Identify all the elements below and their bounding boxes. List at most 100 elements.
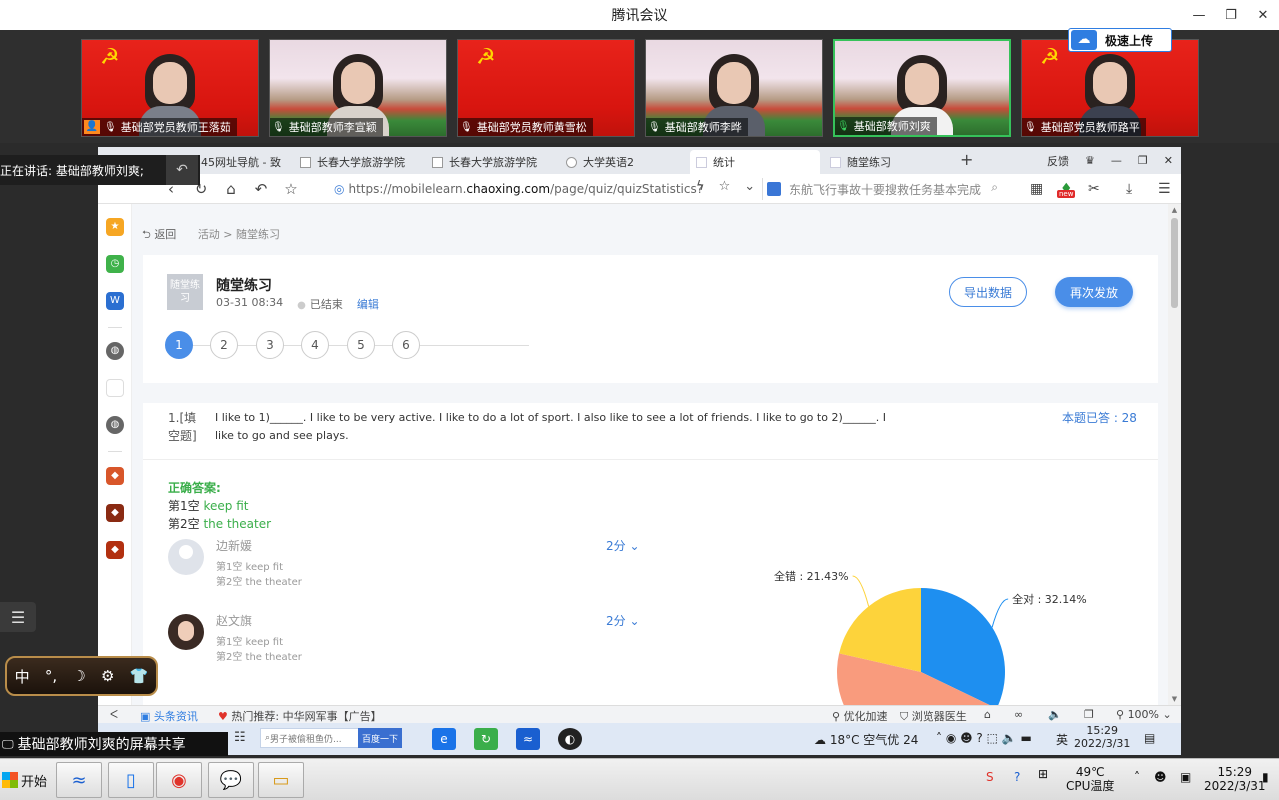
window-icon[interactable]: ❐ <box>1084 708 1094 721</box>
clock-icon[interactable]: ◷ <box>106 255 124 273</box>
download-icon[interactable]: ⤓ <box>1126 181 1132 197</box>
show-desktop-icon[interactable]: ▮ <box>1262 770 1269 784</box>
lightning-icon[interactable]: ϟ <box>696 179 705 194</box>
participant-tile-active[interactable]: 🎙 基础部教师刘爽 <box>833 39 1011 137</box>
member-list-icon[interactable]: ☰ <box>0 602 36 632</box>
collapse-icon[interactable]: ᐸ <box>110 708 118 721</box>
chrome-taskbar-icon[interactable]: ◉ <box>156 762 202 798</box>
notification-icon[interactable]: ▤ <box>1144 731 1155 745</box>
wechat-taskbar-icon[interactable]: 💬 <box>208 762 254 798</box>
box-icon[interactable]: ⌂ <box>984 708 991 721</box>
browser-doctor-button[interactable]: ⛉ 浏览器医生 <box>900 708 967 724</box>
start-button[interactable]: 开始 <box>2 765 50 795</box>
back-link[interactable]: ⮌ 返回 <box>142 228 176 241</box>
restore-button[interactable]: ❐ <box>1130 154 1156 167</box>
ie-icon[interactable]: e <box>432 728 456 750</box>
participant-tile[interactable]: 🎙 基础部教师李宣颖 <box>269 39 447 137</box>
participant-tile[interactable]: ☭ 🎙 基础部党员教师路平 <box>1021 39 1199 137</box>
qq-icon[interactable]: ☻ <box>1154 770 1167 784</box>
vertical-scrollbar[interactable]: ▲ ▼ <box>1168 204 1181 705</box>
volume-icon[interactable]: 🔈 <box>1048 708 1062 721</box>
zoom-control[interactable]: ⚲ 100% ⌄ <box>1116 708 1172 721</box>
ime-punct-button[interactable]: °, <box>45 667 57 685</box>
restore-button[interactable]: ❐ <box>1215 0 1247 30</box>
ime-skin-icon[interactable]: 👕 <box>130 667 149 685</box>
search-input[interactable]: 东航飞行事故十要搜救任务基本完成 ⌕ <box>762 178 1002 200</box>
cpu-temp[interactable]: 49℃ CPU温度 <box>1066 765 1114 793</box>
minimize-button[interactable]: — <box>1183 0 1215 30</box>
participant-tile[interactable]: 🎙 基础部教师李晔 <box>645 39 823 137</box>
game-app-icon[interactable]: ◆ <box>106 504 124 522</box>
skin-icon[interactable]: ♛ <box>1077 154 1103 167</box>
glasses-icon[interactable]: ∞ <box>1014 708 1023 721</box>
ime-lang-button[interactable]: 中 <box>15 666 30 687</box>
minimize-button[interactable]: — <box>1103 154 1130 167</box>
score-dropdown[interactable]: 2分 ⌄ <box>606 537 640 554</box>
tab[interactable]: 大学英语2 <box>560 150 684 174</box>
star-icon[interactable]: ★ <box>106 218 124 236</box>
reply-icon[interactable]: ↶ <box>166 155 198 185</box>
edit-link[interactable]: 编辑 <box>357 296 379 312</box>
step-3[interactable]: 3 <box>256 331 284 359</box>
tab[interactable]: 随堂练习 <box>824 150 954 174</box>
feedback-link[interactable]: 反馈 <box>1039 153 1077 169</box>
tab-active[interactable]: 统计 <box>690 150 820 174</box>
step-6[interactable]: 6 <box>392 331 420 359</box>
task-view-icon[interactable]: ☷ <box>234 730 246 745</box>
meeting-app-icon[interactable]: ≈ <box>516 728 540 750</box>
refresh-app-icon[interactable]: ↻ <box>474 728 498 750</box>
menu-icon[interactable]: ☰ <box>1158 181 1171 197</box>
ime-settings-icon[interactable]: ⚙ <box>101 667 114 685</box>
scroll-up-icon[interactable]: ▲ <box>1168 206 1181 214</box>
system-clock[interactable]: 15:29 2022/3/31 <box>1204 765 1266 793</box>
tab[interactable]: 长春大学旅游学院 <box>294 150 422 174</box>
close-button[interactable]: ✕ <box>1247 0 1279 30</box>
network-icon[interactable]: ⊞ <box>1038 767 1048 781</box>
upload-badge[interactable]: ☁ 极速上传 <box>1068 28 1172 52</box>
undo-icon[interactable]: ↶ <box>246 180 276 198</box>
globe-icon[interactable]: ◍ <box>106 416 124 434</box>
participant-tile[interactable]: ☭ 👤 🎙 基础部党员教师王落茹 <box>81 39 259 137</box>
tray-expand-icon[interactable]: ˄ <box>1134 770 1140 784</box>
participant-tile[interactable]: ☭ 🎙 基础部党员教师黄雪松 <box>457 39 635 137</box>
inner-search-button[interactable]: 百度一下 <box>358 728 402 748</box>
tab[interactable]: 长春大学旅游学院 <box>426 150 556 174</box>
dropdown-icon[interactable]: ⌄ <box>744 179 755 194</box>
step-5[interactable]: 5 <box>347 331 375 359</box>
tab[interactable]: 345网址导航 - 致 <box>188 150 288 174</box>
search-icon[interactable]: ⌕ <box>991 180 998 195</box>
bookmark-star-icon[interactable]: ☆ <box>719 179 731 194</box>
game-app-icon[interactable]: ◆ <box>106 467 124 485</box>
step-4[interactable]: 4 <box>301 331 329 359</box>
resend-button[interactable]: 再次发放 <box>1055 277 1133 307</box>
game-app-icon[interactable]: ◆ <box>106 541 124 559</box>
input-lang[interactable]: 英 <box>1056 731 1068 748</box>
tray-icons[interactable]: ˄ ◉ ☻ ? ⬚ 🔈 ▬ <box>936 731 1032 745</box>
sogou-icon[interactable]: S <box>986 770 994 784</box>
ime-moon-icon[interactable]: ☽ <box>72 667 85 685</box>
display-icon[interactable]: ▣ <box>1180 770 1191 784</box>
hot-recommend[interactable]: ♥ 热门推荐: 中华网军事【广告】 <box>218 708 382 724</box>
export-data-button[interactable]: 导出数据 <box>949 277 1027 307</box>
close-button[interactable]: ✕ <box>1156 154 1181 167</box>
favorite-star-icon[interactable]: ☆ <box>276 180 306 198</box>
news-link[interactable]: ▣ 头条资讯 <box>140 708 198 724</box>
scroll-thumb[interactable] <box>1171 218 1178 308</box>
meeting-taskbar-icon[interactable]: ≈ <box>56 762 102 798</box>
speed-up-button[interactable]: ⚲ 优化加速 <box>832 708 888 724</box>
inner-clock[interactable]: 15:29 2022/3/31 <box>1074 724 1130 750</box>
breadcrumb-activity[interactable]: 活动 <box>198 228 220 241</box>
explorer-taskbar-icon[interactable]: ▭ <box>258 762 304 798</box>
home-icon[interactable]: ⌂ <box>216 180 246 198</box>
scissors-icon[interactable]: ✂ <box>1088 181 1100 197</box>
step-2[interactable]: 2 <box>210 331 238 359</box>
scroll-down-icon[interactable]: ▼ <box>1168 695 1181 703</box>
media-app-icon[interactable]: ◐ <box>558 728 582 750</box>
step-1[interactable]: 1 <box>165 331 193 359</box>
new-tab-button[interactable]: + <box>960 150 973 169</box>
blank-app-icon[interactable] <box>106 379 124 397</box>
phone-taskbar-icon[interactable]: ▯ <box>108 762 154 798</box>
weather-widget[interactable]: ☁ 18°C 空气优 24 <box>814 731 918 748</box>
url-field[interactable]: ◎ https://mobilelearn. chaoxing.com/page/… <box>334 179 754 199</box>
score-dropdown[interactable]: 2分 ⌄ <box>606 612 640 629</box>
